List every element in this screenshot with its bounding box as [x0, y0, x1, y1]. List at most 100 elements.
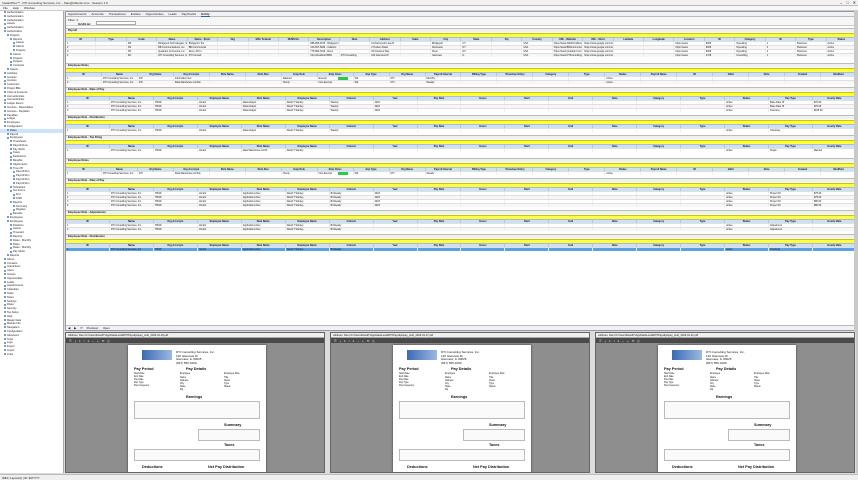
pdf-toolbar-button[interactable]: ⎙ — [372, 339, 374, 343]
sidebar-item-label: Payroll Runs — [13, 143, 28, 147]
table-cell — [637, 204, 682, 207]
pdf-toolbar-button[interactable]: − — [357, 339, 359, 343]
pdf-toolbar-button[interactable]: 1 — [609, 339, 611, 343]
pay-period-heading: Pay Period — [664, 367, 684, 371]
table-cell — [549, 109, 594, 112]
tab-entity[interactable]: Entity — [201, 12, 210, 17]
tab-appointments[interactable]: Appointments — [68, 12, 86, 16]
section-header: Employee Role - Adjustments — [66, 210, 855, 214]
table-row[interactable]: 1 DTI Consulting Services, Inc. DTI Data Wa… — [66, 171, 855, 175]
sidebar-item[interactable]: Links — [0, 353, 63, 357]
table-cell — [401, 54, 432, 57]
pdf-toolbar-button[interactable]: ☰ — [334, 339, 337, 343]
minimize-icon[interactable]: – — [840, 1, 842, 5]
table-row[interactable]: 4 DC DTI Consulting Services, Inc. DTI Cons… — [66, 53, 855, 57]
table-row[interactable]: 1 DTI Consulting Services, Inc. HSSD Vendor… — [66, 128, 855, 132]
table-cell: David T Stanley — [286, 248, 330, 251]
table-cell: Bi-Weekly — [330, 228, 374, 231]
pdf-toolbar-button[interactable]: 1 — [353, 339, 355, 343]
table-cell — [549, 149, 594, 152]
earnings-table — [664, 401, 790, 419]
tab-leads[interactable]: Leads — [168, 12, 176, 16]
employee-heading: Employee — [710, 373, 721, 375]
pdf-toolbar-button[interactable]: / — [614, 339, 615, 343]
sidebar-item-label: Reports — [13, 37, 23, 41]
table-cell — [505, 109, 550, 112]
tab-accounts[interactable]: Accounts — [91, 12, 103, 16]
tree-node-icon — [4, 315, 6, 318]
tree-node-icon — [13, 45, 15, 48]
pdf-toolbar-button[interactable]: ⤓ — [340, 339, 341, 343]
sidebar-item-label: Employees — [10, 216, 23, 220]
tab-entities[interactable]: Entities — [131, 12, 141, 16]
tab-transactions[interactable]: Transactions — [109, 12, 126, 16]
footer-control[interactable]: Open — [103, 326, 110, 330]
menu-help[interactable]: Help — [13, 6, 19, 10]
footer-control[interactable]: ▶ — [74, 326, 76, 330]
table-cell: DTI Consulting Services, Inc. — [102, 172, 138, 175]
table-row[interactable]: 2 DTI Consulting Services, Inc. HSSD Vendor… — [66, 227, 855, 231]
menu-window[interactable]: Window — [24, 6, 35, 10]
tree-node-icon — [4, 106, 6, 109]
pdf-toolbar-button[interactable]: / — [349, 339, 350, 343]
summary-table — [463, 429, 525, 441]
pdf-toolbar-button[interactable]: ☰ — [599, 339, 602, 343]
pdf-preview-pane[interactable]: Address: Res://C:\Users\DavidT\AppData\L… — [330, 332, 590, 473]
pdf-toolbar-button[interactable]: ⤓ — [75, 339, 76, 343]
maximize-icon[interactable]: □ — [846, 1, 848, 5]
footer-control[interactable]: ⟳ — [80, 326, 82, 330]
table-cell: Vendor — [198, 228, 242, 231]
pdf-toolbar-button[interactable]: − — [92, 339, 94, 343]
tree-node-icon — [4, 296, 6, 299]
pdf-toolbar-button[interactable]: / — [84, 339, 85, 343]
pdf-toolbar-button[interactable]: ⎙ — [637, 339, 639, 343]
tree-node-icon — [4, 72, 6, 75]
table-cell: 2023 — [374, 204, 418, 207]
sidebar-item-label: Assets — [13, 227, 21, 231]
tab-paychecks[interactable]: Paychecks — [182, 12, 197, 16]
table-cell: Hourly — [282, 81, 318, 84]
close-icon[interactable]: ✕ — [853, 1, 856, 5]
table-cell: Non-Exempt — [318, 172, 354, 175]
pdf-toolbar-button[interactable]: 1 — [344, 339, 346, 343]
pdf-toolbar-button[interactable]: + — [97, 339, 99, 343]
pdf-toolbar-button[interactable]: 1 — [88, 339, 90, 343]
pdf-toolbar-button[interactable]: ⤓ — [605, 339, 606, 343]
pdf-toolbar-button[interactable]: + — [362, 339, 364, 343]
tab-opportunities[interactable]: Opportunities — [146, 12, 164, 16]
pdf-toolbar-button[interactable]: ⟲ — [367, 339, 370, 343]
pdf-toolbar-button[interactable]: − — [622, 339, 624, 343]
pdf-toolbar-button[interactable]: ☰ — [69, 339, 72, 343]
tree-node-icon — [10, 235, 12, 238]
pdf-toolbar-button[interactable]: ⎙ — [107, 339, 109, 343]
pdf-preview-pane[interactable]: Address: Res://C:\Users\DavidT\AppData\L… — [595, 332, 855, 473]
pdf-toolbar-button[interactable]: ⟲ — [632, 339, 635, 343]
filter-input[interactable] — [96, 21, 136, 25]
table-row[interactable]: 3 DTI Consulting Services, Inc. HSSD Vendor… — [66, 108, 855, 112]
sidebar-item-label: Ledger Recon — [7, 102, 24, 106]
table-row[interactable]: 1 DTI Consulting Services, Inc. HSSD Vendor… — [66, 247, 855, 251]
table-row[interactable]: 4 DTI Consulting Services, Inc. HSSD Vendor… — [66, 203, 855, 207]
filter-bar: Filter: 1 Grid/List — [66, 17, 855, 26]
pdf-preview-pane[interactable]: Address: Res://C:\Users\DavidT\AppData\L… — [65, 332, 325, 473]
footer-control[interactable]: ◀ — [68, 326, 70, 330]
pdf-toolbar-button[interactable]: 1 — [618, 339, 620, 343]
menu-file[interactable]: File — [3, 6, 8, 10]
table-cell: https://www.DTIConsulting.com — [553, 54, 584, 57]
table-cell: HSSD — [154, 228, 198, 231]
tree-node-icon — [10, 223, 12, 226]
pdf-toolbar-button[interactable]: ⟲ — [102, 339, 105, 343]
sidebar-item-label: Clients — [16, 45, 24, 49]
sidebar-item-label: Interactions — [7, 265, 21, 269]
table-cell — [210, 81, 246, 84]
section-header: Employee Role - Rate of Pay — [66, 178, 855, 182]
employee-fields: Name Address City State Zip — [180, 377, 189, 391]
table-cell — [461, 109, 506, 112]
pdf-toolbar-button[interactable]: + — [627, 339, 629, 343]
table-row[interactable]: 1 DTI Consulting Services, Inc. HSSD Vendor… — [66, 148, 855, 152]
table-cell: Weekly — [426, 81, 462, 84]
table-cell: DTI — [390, 172, 426, 175]
table-cell — [418, 204, 462, 207]
pdf-toolbar-button[interactable]: 1 — [79, 339, 81, 343]
table-row[interactable]: 2 DTI Consulting Services, Inc. DTI Data Wa… — [66, 80, 855, 84]
